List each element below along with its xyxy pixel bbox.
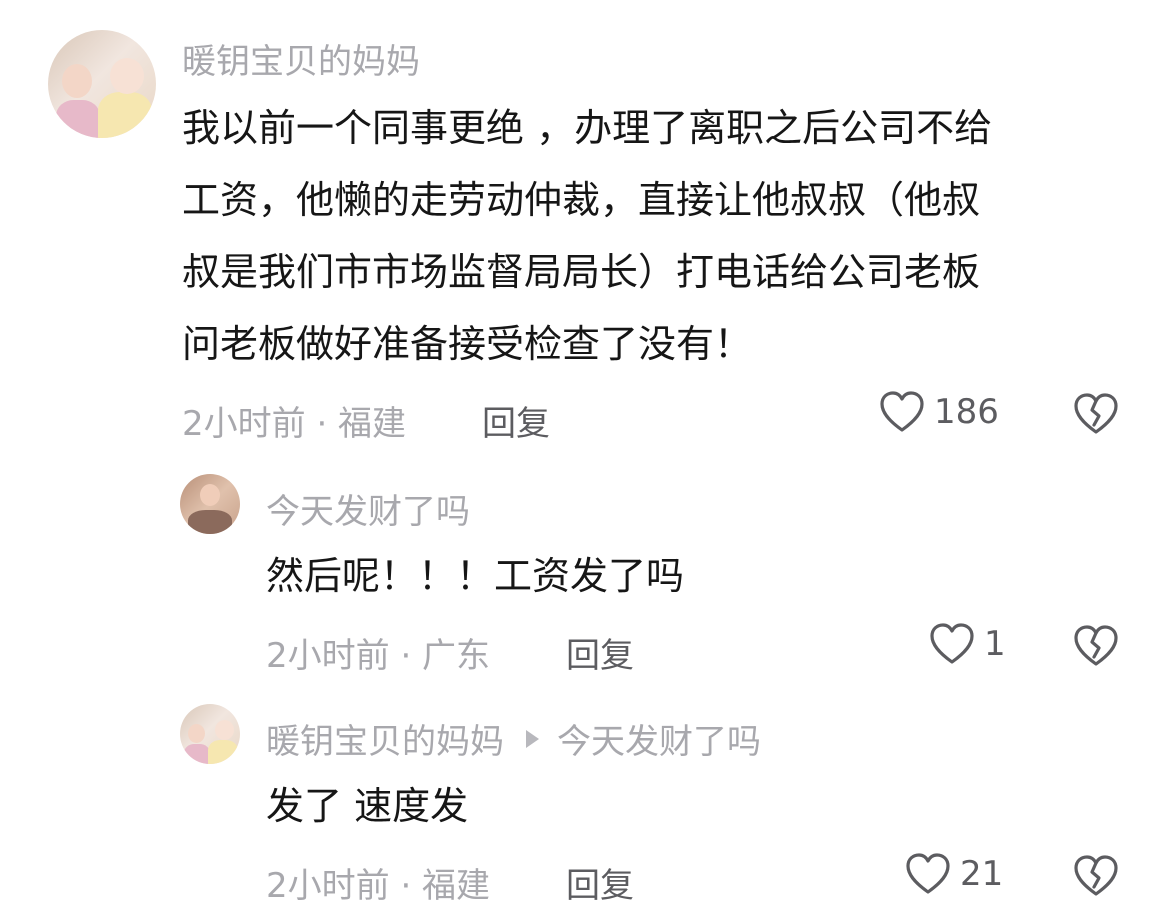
comment-meta: 2小时前 · 福建 (182, 404, 407, 444)
comment-username[interactable]: 暖钥宝贝的妈妈 (182, 34, 420, 83)
dislike-button[interactable] (1072, 854, 1120, 902)
avatar[interactable] (48, 30, 156, 138)
reply-author[interactable]: 暖钥宝贝的妈妈 (266, 714, 504, 763)
comment-text-line: 问老板做好准备接受检查了没有！ (182, 322, 753, 366)
broken-heart-icon (1074, 855, 1118, 896)
comment-meta: 2小时前 · 广东 (266, 636, 491, 676)
reply-item: 今天发财了吗 然后呢！！！工资发了吗 2小时前 · 广东 回复 1 (0, 460, 1170, 690)
like-button[interactable]: 186 (878, 390, 999, 434)
like-count: 186 (934, 392, 999, 432)
dislike-button[interactable] (1072, 624, 1120, 672)
comment-text: 然后呢！！！工资发了吗 (266, 554, 685, 598)
comment-username: 暖钥宝贝的妈妈 今天发财了吗 (266, 714, 761, 763)
comment-username[interactable]: 今天发财了吗 (266, 484, 470, 533)
heart-outline-icon (880, 391, 924, 432)
heart-outline-icon (906, 853, 950, 894)
comment-text-line: 我以前一个同事更绝 ，办理了离职之后公司不给 (182, 106, 993, 150)
comment-item: 暖钥宝贝的妈妈 我以前一个同事更绝 ，办理了离职之后公司不给 工资，他懒的走劳动… (0, 0, 1170, 460)
reply-target[interactable]: 今天发财了吗 (557, 714, 761, 763)
heart-outline-icon (930, 623, 974, 664)
comment-text: 我以前一个同事更绝 ，办理了离职之后公司不给 工资，他懒的走劳动仲裁，直接让他叔… (182, 92, 1142, 380)
comment-meta: 2小时前 · 福建 (266, 866, 491, 906)
comment-text: 发了 速度发 (266, 784, 469, 828)
avatar[interactable] (180, 704, 240, 764)
avatar[interactable] (180, 474, 240, 534)
reply-item: 暖钥宝贝的妈妈 今天发财了吗 发了 速度发 2小时前 · 福建 回复 21 (0, 690, 1170, 916)
reply-button[interactable]: 回复 (566, 858, 634, 907)
like-button[interactable]: 21 (904, 852, 1003, 896)
like-count: 21 (960, 854, 1004, 894)
like-button[interactable]: 1 (928, 622, 1006, 666)
reply-button[interactable]: 回复 (566, 628, 634, 677)
dislike-button[interactable] (1072, 392, 1120, 440)
triangle-right-icon (526, 729, 539, 748)
like-count: 1 (984, 624, 1006, 664)
comment-text-line: 叔是我们市市场监督局局长）打电话给公司老板 (182, 250, 981, 294)
broken-heart-icon (1074, 625, 1118, 666)
reply-button[interactable]: 回复 (482, 396, 550, 445)
comment-text-line: 工资，他懒的走劳动仲裁，直接让他叔叔（他叔 (182, 178, 981, 222)
broken-heart-icon (1074, 393, 1118, 434)
